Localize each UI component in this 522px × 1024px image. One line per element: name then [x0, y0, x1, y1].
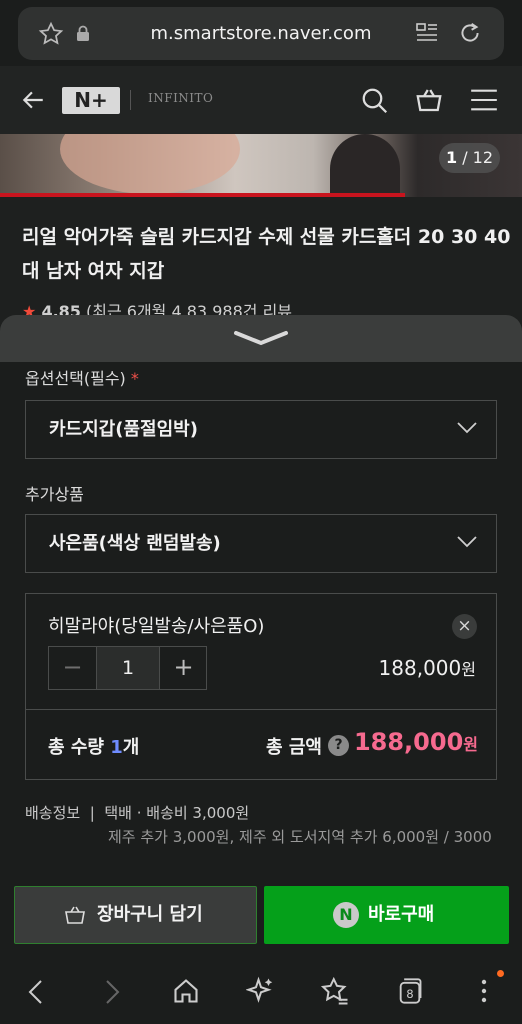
item-price-currency: 원 — [461, 660, 476, 679]
total-amount-label: 총 금액 — [266, 737, 322, 758]
item-price-value: 188,000 — [378, 656, 462, 680]
shipping-extra: 제주 추가 3,000원, 제주 외 도서지역 추가 6,000원 / 3000 — [108, 828, 492, 846]
total-price-value: 188,000 — [353, 728, 464, 756]
shopping-bag-icon[interactable] — [414, 85, 444, 115]
npay-icon: N — [333, 902, 359, 928]
bookmarks-icon[interactable] — [320, 976, 350, 1006]
addon-select-value: 사은품(색상 랜덤발송) — [49, 533, 221, 554]
add-to-cart-button[interactable]: 장바구니 담기 — [14, 886, 257, 944]
back-icon[interactable] — [24, 978, 48, 1006]
product-photo-person — [330, 134, 400, 197]
chevron-down-icon — [456, 421, 478, 435]
item-price: 188,000원 — [379, 656, 476, 680]
sparkle-icon[interactable] — [246, 976, 276, 1006]
notification-dot — [497, 970, 504, 977]
svg-text:8: 8 — [406, 987, 413, 1001]
naver-plus-logo[interactable]: N+ — [62, 87, 120, 114]
shopping-bag-icon — [63, 903, 87, 927]
reload-icon[interactable] — [457, 20, 483, 46]
site-header: N+ INFINITO — [0, 66, 522, 134]
image-counter: 1 / 12 — [439, 143, 500, 173]
required-mark: * — [130, 369, 139, 388]
home-icon[interactable] — [172, 977, 200, 1005]
product-title: 리얼 악어가죽 슬림 카드지갑 수제 선물 카드홀더 20 30 40대 남자 … — [22, 226, 511, 282]
brand-name[interactable]: INFINITO — [148, 91, 213, 105]
summary-divider — [25, 709, 497, 710]
total-qty-prefix: 총 수량 — [48, 737, 111, 758]
option-label-text: 옵션선택(필수) — [25, 369, 126, 388]
addon-label: 추가상품 — [25, 485, 84, 504]
option-select[interactable]: 카드지갑(품절임박) — [25, 400, 497, 459]
add-to-cart-label: 장바구니 담기 — [97, 904, 203, 925]
chevron-down-icon — [456, 535, 478, 549]
remove-item-button[interactable]: × — [452, 614, 477, 639]
total-price: 188,000원 — [354, 728, 478, 756]
total-qty-suffix: 개 — [122, 737, 140, 758]
tabs-icon[interactable]: 8 — [396, 977, 424, 1005]
increase-button[interactable]: + — [160, 647, 207, 689]
selected-item-name: 히말라야(당일발송/사은품O) — [48, 616, 265, 637]
addon-select[interactable]: 사은품(색상 랜덤발송) — [25, 514, 497, 573]
quantity-stepper: − 1 + — [48, 646, 207, 690]
search-icon[interactable] — [360, 86, 390, 116]
shipping-sep: | — [89, 804, 95, 822]
total-quantity: 총 수량 1개 — [48, 733, 139, 759]
option-label: 옵션선택(필수) * — [25, 365, 139, 389]
forward-icon[interactable] — [100, 978, 124, 1006]
reader-mode-icon[interactable] — [415, 21, 439, 45]
menu-icon[interactable] — [470, 87, 498, 113]
buy-now-label: 바로구매 — [368, 904, 435, 925]
browser-bottom-nav: 8 — [0, 958, 522, 1024]
shipping-label: 배송정보 — [25, 804, 81, 822]
more-options-icon[interactable] — [478, 977, 490, 1005]
image-counter-total: / 12 — [462, 148, 494, 167]
back-arrow-icon[interactable] — [20, 87, 46, 113]
image-counter-current: 1 — [445, 148, 458, 167]
product-photo-hand — [60, 134, 240, 194]
help-icon[interactable]: ? — [328, 735, 349, 756]
sheet-handle[interactable] — [0, 315, 522, 362]
buy-now-button[interactable]: N 바로구매 — [264, 886, 509, 944]
header-divider — [130, 90, 131, 110]
shipping-method: 택배 · 배송비 3,000원 — [104, 804, 250, 822]
total-qty-number: 1 — [110, 737, 123, 758]
quantity-value[interactable]: 1 — [96, 647, 160, 689]
option-select-value: 카드지갑(품절임박) — [49, 419, 198, 440]
decrease-button[interactable]: − — [49, 647, 96, 689]
total-price-currency: 원 — [463, 735, 478, 754]
address-bar[interactable]: m.smartstore.naver.com — [18, 7, 504, 60]
shipping-info: 배송정보 | 택배 · 배송비 3,000원 — [25, 802, 249, 823]
chevron-down-icon[interactable] — [233, 329, 289, 347]
